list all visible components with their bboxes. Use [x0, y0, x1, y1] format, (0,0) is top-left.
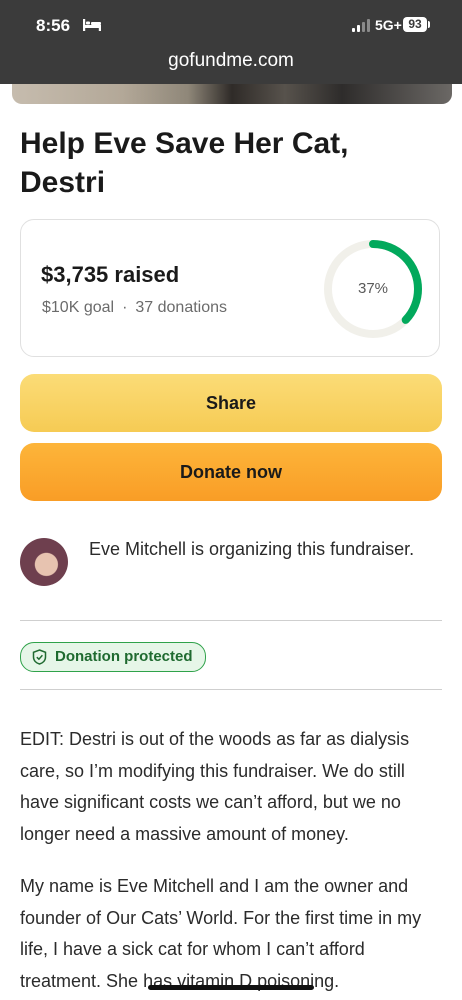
campaign-hero-image	[12, 84, 452, 104]
campaign-title: Help Eve Save Her Cat, Destri	[20, 127, 349, 199]
amount-raised: $3,735 raised	[41, 262, 180, 287]
goal-line: $10K goal · 37 donations	[42, 299, 227, 317]
organizer-text: Eve Mitchell is organizing this fundrais…	[89, 539, 415, 559]
goal-amount: $10K goal	[42, 299, 115, 316]
progress-percent: 37%	[357, 280, 389, 297]
donation-count[interactable]: 37 donations	[135, 299, 227, 316]
progress-card: $3,735 raised $10K goal · 37 donations 37%	[20, 219, 440, 357]
donate-button[interactable]: Donate now	[20, 443, 442, 501]
status-bar: 8:56 5G+ 93 gofundme.com	[0, 0, 462, 84]
address-bar-url[interactable]: gofundme.com	[0, 50, 462, 72]
status-time: 8:56	[36, 16, 71, 35]
battery-tip	[428, 21, 430, 28]
donation-protected-label: Donation protected	[55, 648, 193, 665]
description-paragraph: My name is Eve Mitchell and I am the own…	[20, 876, 422, 991]
bed-icon	[83, 19, 101, 31]
share-button[interactable]: Share	[20, 374, 442, 432]
network-type: 5G+	[375, 17, 402, 33]
home-indicator[interactable]	[148, 985, 314, 990]
battery-icon: 93	[403, 17, 427, 32]
signal-icon	[352, 19, 370, 32]
donation-protected-badge[interactable]: Donation protected	[20, 642, 206, 672]
description-paragraph: EDIT: Destri is out of the woods as far …	[20, 729, 410, 844]
separator-dot: ·	[122, 299, 128, 316]
organizer-avatar[interactable]	[20, 538, 68, 586]
divider	[20, 689, 442, 690]
shield-icon	[32, 649, 47, 665]
divider	[20, 620, 442, 621]
